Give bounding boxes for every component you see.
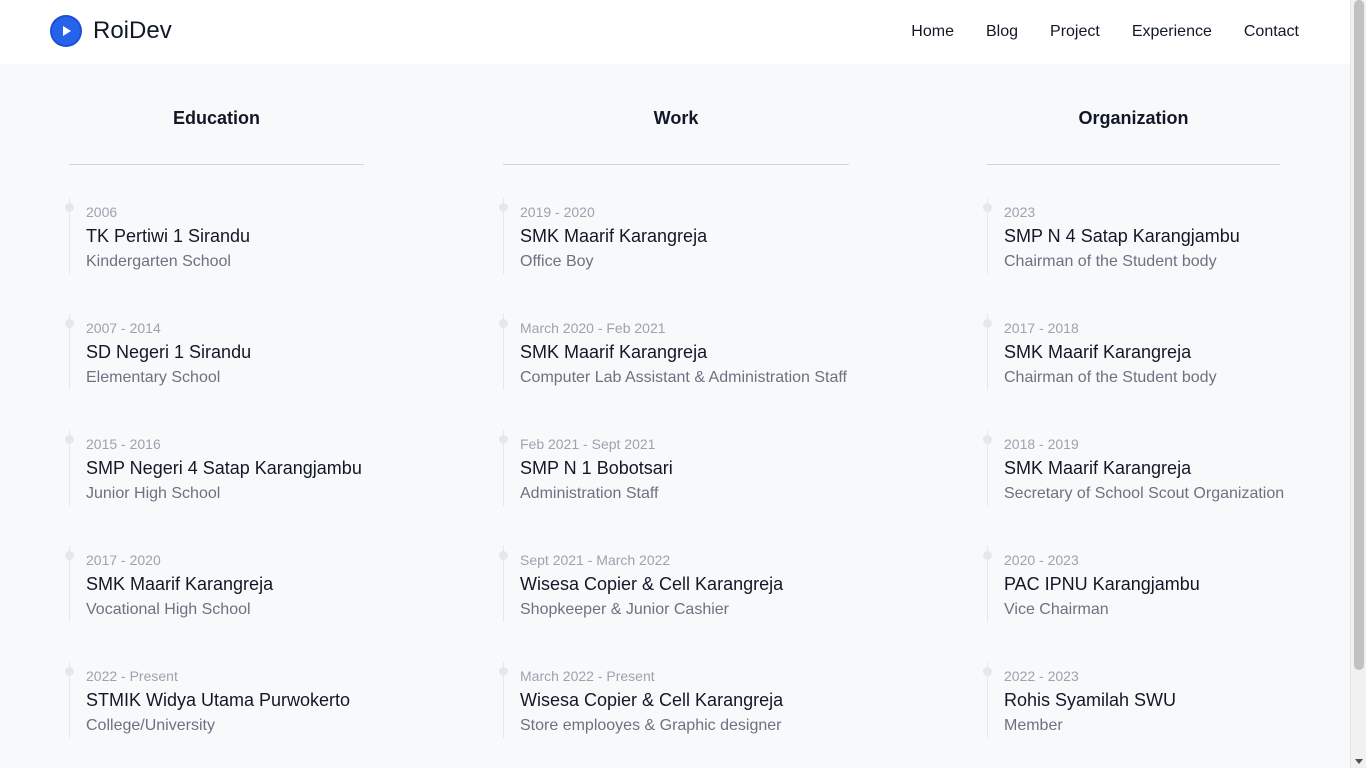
timeline-role: Store emplooyes & Graphic designer bbox=[520, 717, 782, 734]
timeline-item: 2006 TK Pertiwi 1 Sirandu Kindergarten S… bbox=[65, 198, 250, 274]
navbar: RoiDev Home Blog Project Experience Cont… bbox=[0, 0, 1350, 64]
timeline-dot bbox=[983, 435, 992, 444]
timeline-dot bbox=[499, 203, 508, 212]
timeline-item: 2007 - 2014 SD Negeri 1 Sirandu Elementa… bbox=[65, 314, 251, 390]
timeline-place: Wisesa Copier & Cell Karangreja bbox=[520, 690, 784, 710]
timeline-date: 2023 bbox=[1004, 204, 1036, 220]
scroll-down-icon[interactable] bbox=[1355, 759, 1363, 764]
timeline-dot bbox=[499, 435, 508, 444]
play-icon bbox=[50, 15, 82, 47]
timeline-date: 2015 - 2016 bbox=[86, 436, 161, 452]
timeline-dot bbox=[983, 203, 992, 212]
timeline-item: 2020 - 2023 PAC IPNU Karangjambu Vice Ch… bbox=[983, 546, 1200, 622]
work-title: Work bbox=[653, 108, 699, 128]
timeline-date: 2020 - 2023 bbox=[1004, 552, 1079, 568]
timeline-dot bbox=[65, 551, 74, 560]
organization-divider bbox=[987, 164, 1280, 165]
timeline-role: Vocational High School bbox=[86, 601, 251, 618]
timeline-date: Feb 2021 - Sept 2021 bbox=[520, 436, 656, 452]
timeline-item: 2017 - 2018 SMK Maarif Karangreja Chairm… bbox=[983, 314, 1217, 390]
timeline-item: March 2022 - Present Wisesa Copier & Cel… bbox=[499, 662, 783, 738]
work-divider bbox=[503, 164, 849, 165]
timeline-item: March 2020 - Feb 2021 SMK Maarif Karangr… bbox=[499, 314, 847, 390]
timeline-place: SMK Maarif Karangreja bbox=[86, 574, 274, 594]
timeline-place: SMK Maarif Karangreja bbox=[520, 342, 708, 362]
timeline-item: Sept 2021 - March 2022 Wisesa Copier & C… bbox=[499, 546, 783, 622]
timeline-dot bbox=[65, 435, 74, 444]
timeline-date: Sept 2021 - March 2022 bbox=[520, 552, 671, 568]
timeline-role: Member bbox=[1004, 717, 1063, 734]
education-divider bbox=[69, 164, 364, 165]
brand-name: RoiDev bbox=[93, 17, 172, 44]
timeline-item: 2022 - 2023 Rohis Syamilah SWU Member bbox=[983, 662, 1176, 738]
timeline-date: 2022 - Present bbox=[86, 668, 178, 684]
timeline-place: Rohis Syamilah SWU bbox=[1004, 690, 1177, 710]
timeline-role: Vice Chairman bbox=[1004, 601, 1109, 618]
timeline-date: 2017 - 2018 bbox=[1004, 320, 1079, 336]
timeline-item: 2022 - Present STMIK Widya Utama Purwoke… bbox=[65, 662, 350, 738]
timeline-dot bbox=[65, 667, 74, 676]
nav-blog[interactable]: Blog bbox=[986, 23, 1018, 41]
organization-title: Organization bbox=[1078, 108, 1189, 128]
timeline-dot bbox=[983, 667, 992, 676]
timeline-role: Computer Lab Assistant & Administration … bbox=[520, 369, 847, 386]
timeline-place: SMP N 4 Satap Karangjambu bbox=[1004, 226, 1240, 246]
timeline-place: PAC IPNU Karangjambu bbox=[1004, 574, 1200, 594]
timeline-dot bbox=[983, 551, 992, 560]
timeline-place: SMP Negeri 4 Satap Karangjambu bbox=[86, 458, 362, 478]
timeline-place: SMK Maarif Karangreja bbox=[520, 226, 708, 246]
timeline-item: 2018 - 2019 SMK Maarif Karangreja Secret… bbox=[983, 430, 1284, 506]
timeline-role: Junior High School bbox=[86, 485, 221, 502]
timeline-date: 2007 - 2014 bbox=[86, 320, 161, 336]
nav-menu: Home Blog Project Experience Contact bbox=[879, 0, 1299, 64]
timeline-role: Shopkeeper & Junior Cashier bbox=[520, 601, 730, 618]
timeline-place: SMK Maarif Karangreja bbox=[1004, 342, 1192, 362]
timeline-place: SD Negeri 1 Sirandu bbox=[86, 342, 252, 362]
nav-home[interactable]: Home bbox=[911, 23, 954, 41]
timeline-place: TK Pertiwi 1 Sirandu bbox=[86, 226, 251, 246]
timeline-item: 2023 SMP N 4 Satap Karangjambu Chairman … bbox=[983, 198, 1240, 274]
timeline-item: 2019 - 2020 SMK Maarif Karangreja Office… bbox=[499, 198, 707, 274]
vertical-scrollbar[interactable] bbox=[1350, 0, 1366, 768]
timeline-role: Chairman of the Student body bbox=[1004, 253, 1217, 270]
timeline-role: Chairman of the Student body bbox=[1004, 369, 1217, 386]
timeline-dot bbox=[65, 319, 74, 328]
timeline-role: College/University bbox=[86, 717, 215, 734]
timeline-item: 2017 - 2020 SMK Maarif Karangreja Vocati… bbox=[65, 546, 273, 622]
timeline-date: 2022 - 2023 bbox=[1004, 668, 1079, 684]
education-title: Education bbox=[172, 108, 260, 128]
timeline-date: 2006 bbox=[86, 204, 118, 220]
timeline-place: Wisesa Copier & Cell Karangreja bbox=[520, 574, 784, 594]
timeline-date: 2017 - 2020 bbox=[86, 552, 161, 568]
brand-home-link[interactable]: RoiDev bbox=[50, 15, 172, 47]
scrollbar-thumb[interactable] bbox=[1354, 0, 1364, 670]
timeline-role: Secretary of School Scout Organization bbox=[1004, 485, 1285, 502]
nav-experience[interactable]: Experience bbox=[1132, 23, 1212, 41]
timeline-role: Office Boy bbox=[520, 253, 594, 270]
timeline-place: SMK Maarif Karangreja bbox=[1004, 458, 1192, 478]
timeline-dot bbox=[499, 319, 508, 328]
timeline-dot bbox=[499, 551, 508, 560]
timeline-item: 2015 - 2016 SMP Negeri 4 Satap Karangjam… bbox=[65, 430, 362, 506]
timeline-item: Feb 2021 - Sept 2021 SMP N 1 Bobotsari A… bbox=[499, 430, 673, 506]
timeline-date: 2018 - 2019 bbox=[1004, 436, 1079, 452]
nav-contact[interactable]: Contact bbox=[1244, 23, 1299, 41]
timeline-role: Administration Staff bbox=[520, 485, 659, 502]
timeline-date: March 2020 - Feb 2021 bbox=[520, 320, 666, 336]
timeline-date: March 2022 - Present bbox=[520, 668, 655, 684]
timeline-date: 2019 - 2020 bbox=[520, 204, 595, 220]
timeline-place: SMP N 1 Bobotsari bbox=[520, 458, 673, 478]
nav-project[interactable]: Project bbox=[1050, 23, 1100, 41]
timeline-role: Kindergarten School bbox=[86, 253, 231, 270]
timeline-role: Elementary School bbox=[86, 369, 221, 386]
timeline-dot bbox=[65, 203, 74, 212]
timeline-place: STMIK Widya Utama Purwokerto bbox=[86, 690, 351, 710]
timeline-dot bbox=[983, 319, 992, 328]
timeline-dot bbox=[499, 667, 508, 676]
